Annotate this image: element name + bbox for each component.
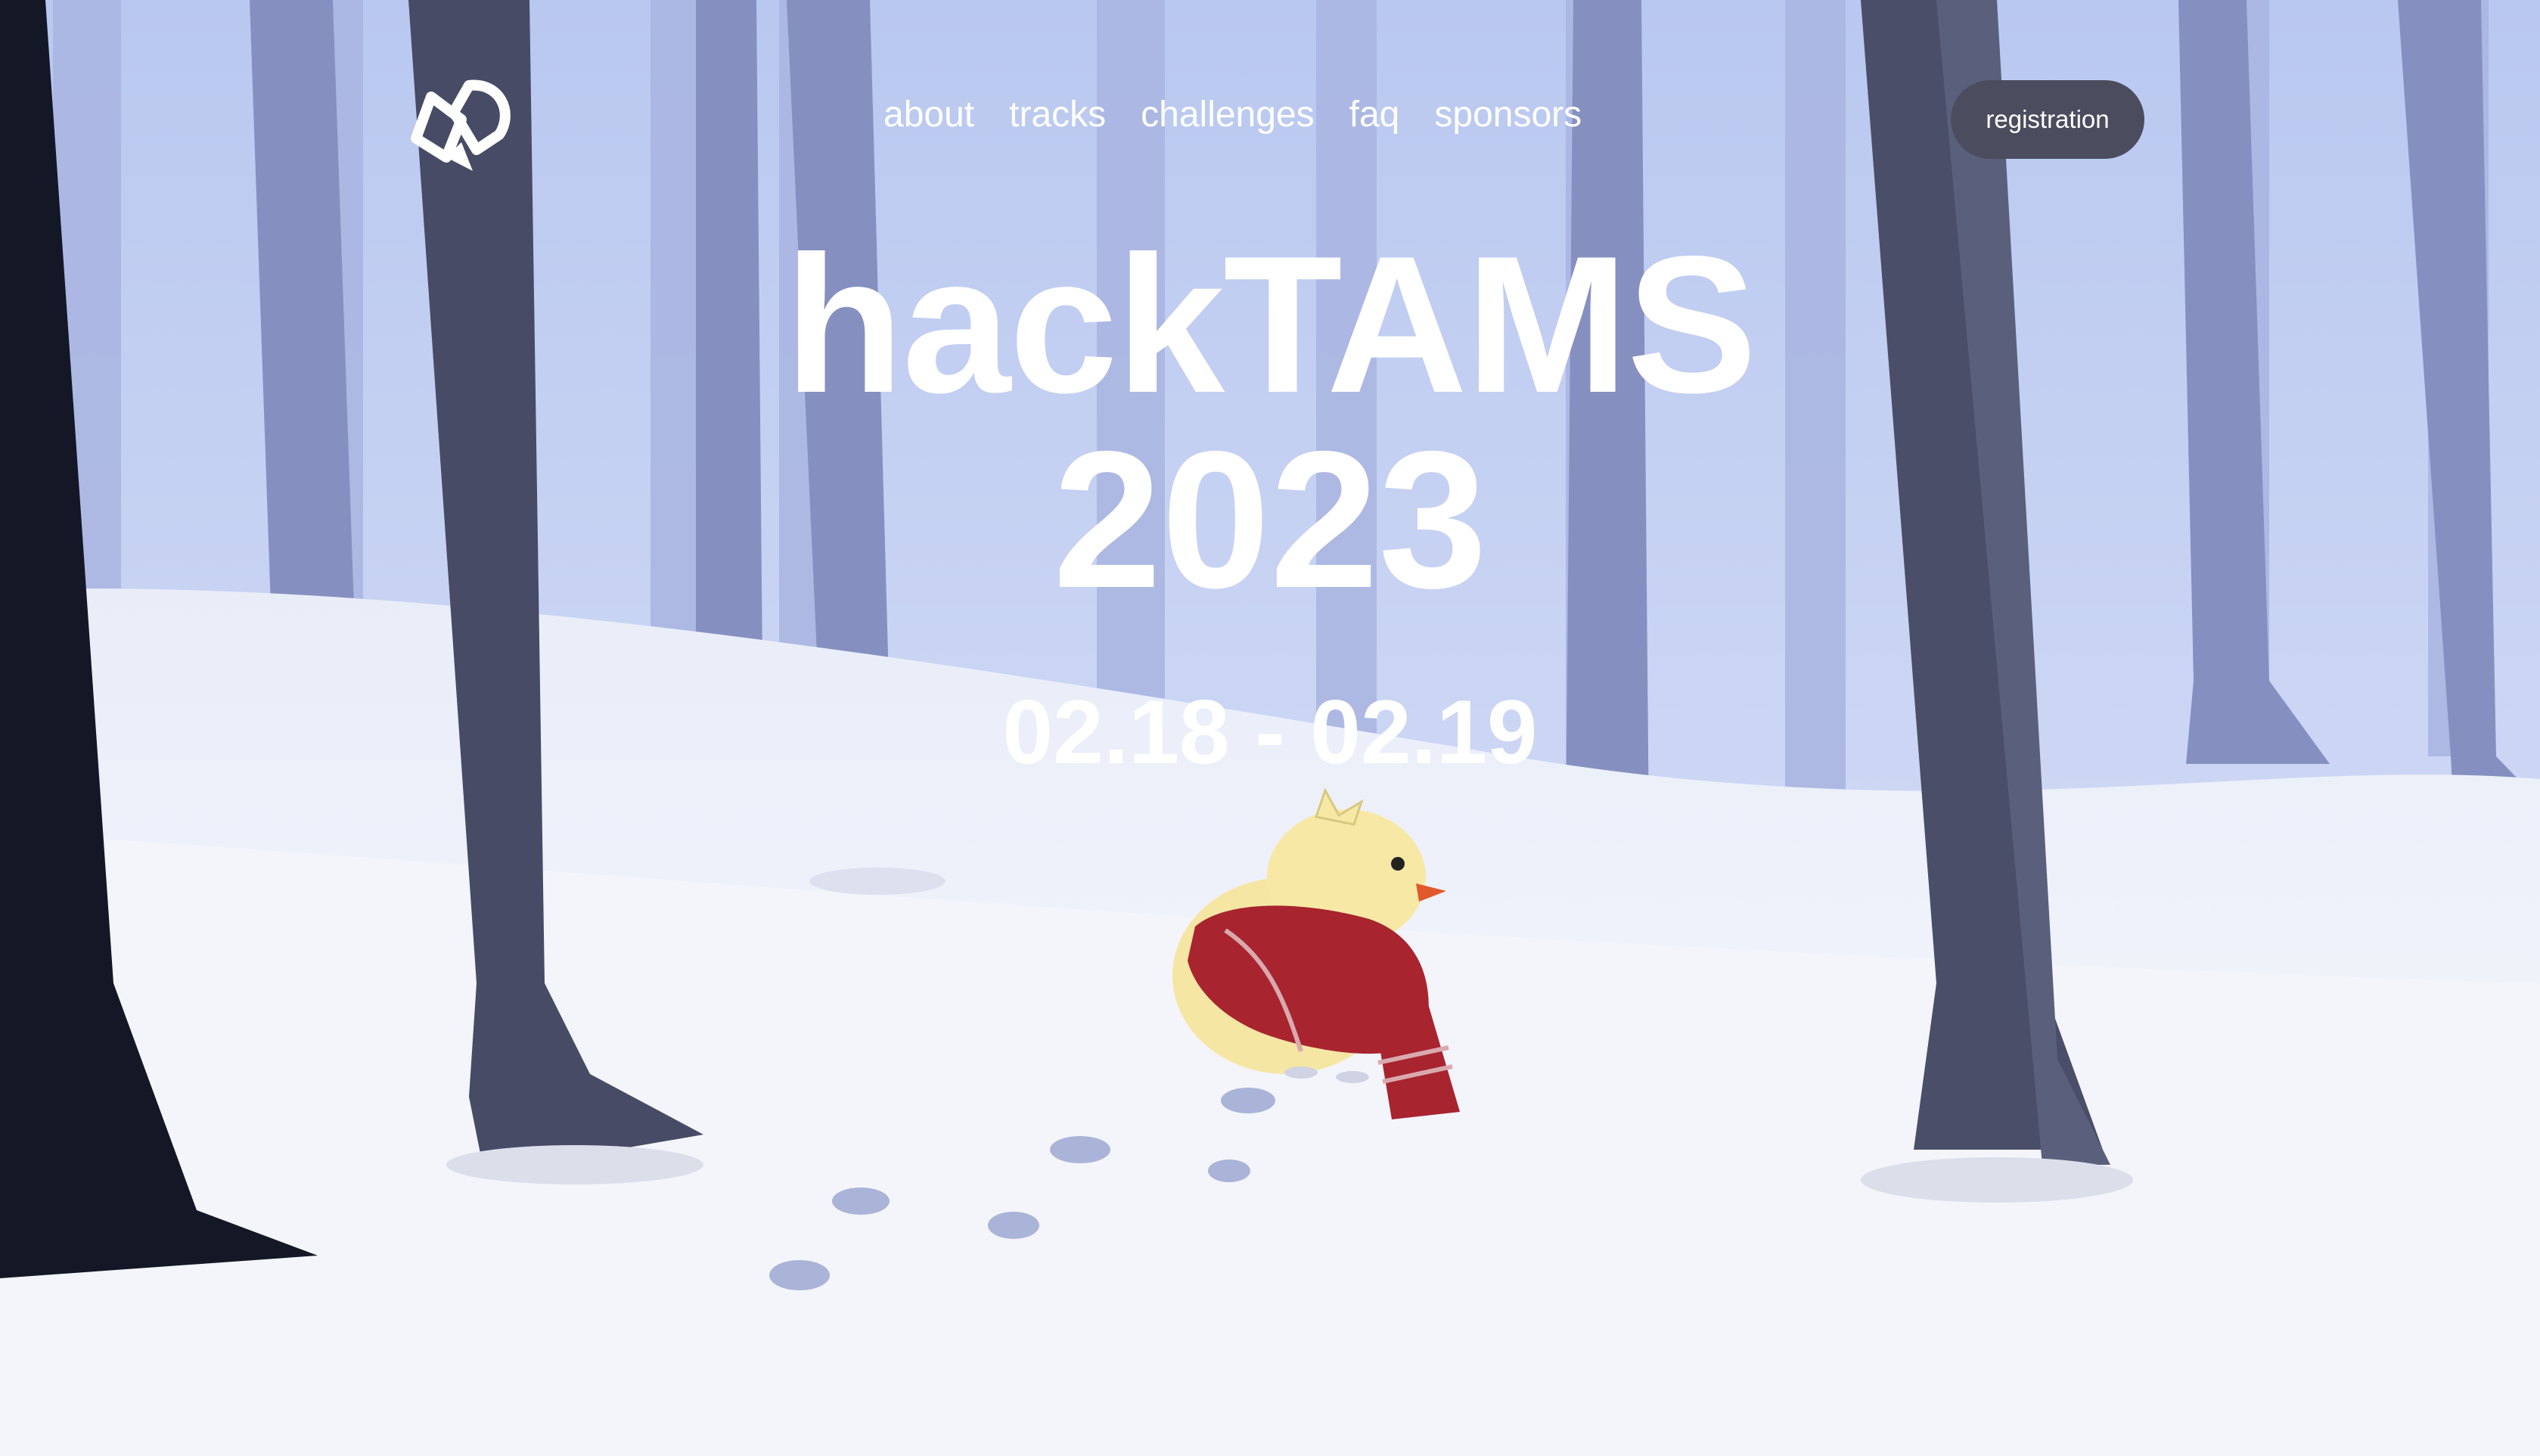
nav-link-tracks[interactable]: tracks [1009, 94, 1106, 135]
nav-link-about[interactable]: about [883, 94, 974, 135]
hero: hackTAMS 2023 [0, 227, 2540, 617]
hero-year: 2023 [1053, 410, 1487, 629]
registration-button[interactable]: registration [1951, 80, 2144, 159]
nav-link-sponsors[interactable]: sponsors [1434, 94, 1582, 135]
main-nav: about tracks challenges faq sponsors [883, 94, 1616, 135]
nav-link-faq[interactable]: faq [1349, 94, 1400, 135]
hero-title: hackTAMS [784, 215, 1757, 433]
logo-link[interactable] [401, 67, 522, 180]
hacktams-logo-icon [411, 79, 511, 171]
nav-link-challenges[interactable]: challenges [1141, 94, 1315, 135]
event-dates: 02.18 - 02.19 [1002, 681, 1538, 783]
